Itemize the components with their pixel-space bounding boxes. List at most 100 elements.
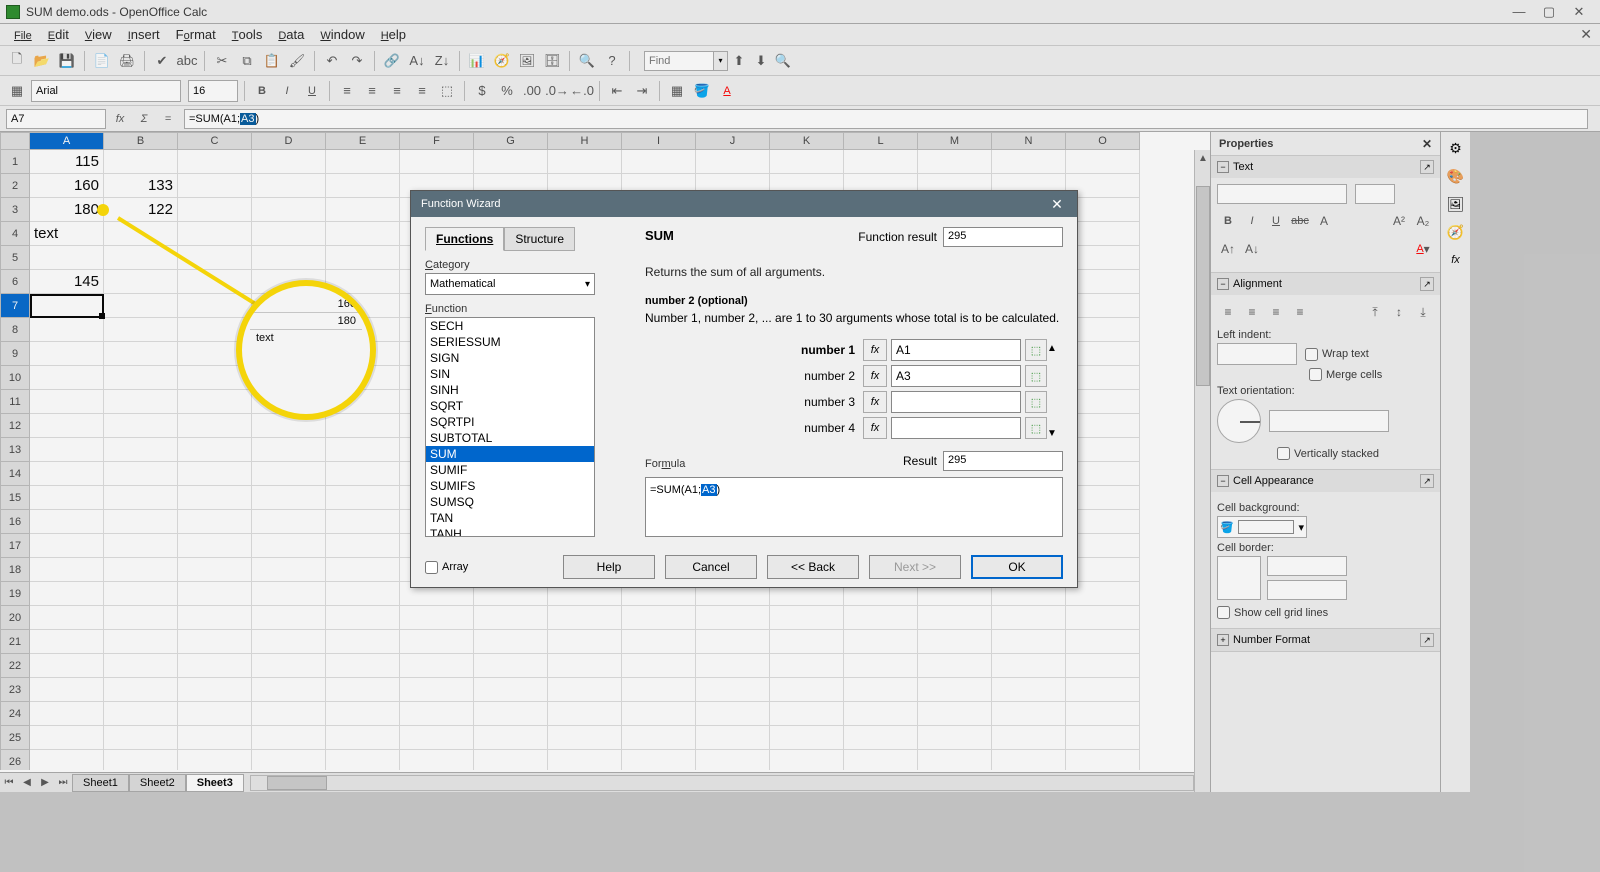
redo-icon[interactable]: ↷ (346, 50, 368, 72)
cell-D22[interactable] (252, 654, 326, 678)
menu-view[interactable]: View (77, 27, 120, 42)
cell-B11[interactable] (104, 390, 178, 414)
cell-J24[interactable] (696, 702, 770, 726)
tab-functions[interactable]: Functions (425, 227, 504, 251)
column-header-M[interactable]: M (918, 132, 992, 150)
column-header-E[interactable]: E (326, 132, 400, 150)
cell-A26[interactable] (30, 750, 104, 770)
row-header-2[interactable]: 2 (0, 174, 30, 198)
cell-G23[interactable] (474, 678, 548, 702)
cell-F23[interactable] (400, 678, 474, 702)
arg-shrink-button-1[interactable]: ⬚ (1025, 339, 1047, 361)
deck-properties-icon[interactable]: ⚙ (1446, 138, 1466, 158)
menu-tools[interactable]: Tools (224, 27, 271, 42)
tab-last-icon[interactable]: ⏭ (54, 774, 72, 792)
undo-icon[interactable]: ↶ (321, 50, 343, 72)
cell-L24[interactable] (844, 702, 918, 726)
standard-icon[interactable]: .00 (521, 80, 543, 102)
cell-J1[interactable] (696, 150, 770, 174)
arg-fx-button-3[interactable]: fx (863, 391, 887, 413)
vertical-scrollbar[interactable]: ▲ (1194, 150, 1210, 792)
cell-D15[interactable] (252, 486, 326, 510)
cell-D26[interactable] (252, 750, 326, 770)
cell-F25[interactable] (400, 726, 474, 750)
menu-window[interactable]: Window (312, 27, 372, 42)
cell-N23[interactable] (992, 678, 1066, 702)
row-header-23[interactable]: 23 (0, 678, 30, 702)
sidebar-shadow-icon[interactable]: A (1313, 210, 1335, 232)
cell-N24[interactable] (992, 702, 1066, 726)
cell-C1[interactable] (178, 150, 252, 174)
more-icon[interactable]: ↗ (1420, 474, 1434, 488)
cell-B16[interactable] (104, 510, 178, 534)
cell-J25[interactable] (696, 726, 770, 750)
arg-fx-button-2[interactable]: fx (863, 365, 887, 387)
column-header-H[interactable]: H (548, 132, 622, 150)
styles-icon[interactable]: ▦ (6, 80, 28, 102)
cell-H23[interactable] (548, 678, 622, 702)
chart-icon[interactable]: 📊 (466, 50, 488, 72)
show-gridlines-checkbox[interactable]: Show cell grid lines (1217, 606, 1434, 619)
cell-E16[interactable] (326, 510, 400, 534)
cell-K21[interactable] (770, 630, 844, 654)
cell-A3[interactable]: 180 (30, 198, 104, 222)
cell-F26[interactable] (400, 750, 474, 770)
new-icon[interactable]: 🗋 (6, 50, 28, 72)
close-icon[interactable]: ✕ (1564, 2, 1594, 22)
cell-N1[interactable] (992, 150, 1066, 174)
function-wizard-icon[interactable]: fx (110, 109, 130, 129)
cell-A6[interactable]: 145 (30, 270, 104, 294)
cell-D17[interactable] (252, 534, 326, 558)
cell-C18[interactable] (178, 558, 252, 582)
cell-D21[interactable] (252, 630, 326, 654)
cell-A25[interactable] (30, 726, 104, 750)
cell-E5[interactable] (326, 246, 400, 270)
cell-H20[interactable] (548, 606, 622, 630)
row-header-7[interactable]: 7 (0, 294, 30, 318)
cell-D24[interactable] (252, 702, 326, 726)
cell-K23[interactable] (770, 678, 844, 702)
cell-O23[interactable] (1066, 678, 1140, 702)
cell-C4[interactable] (178, 222, 252, 246)
cell-H21[interactable] (548, 630, 622, 654)
cell-M25[interactable] (918, 726, 992, 750)
arg-fx-button-4[interactable]: fx (863, 417, 887, 439)
copy-icon[interactable]: ⧉ (236, 50, 258, 72)
cell-B26[interactable] (104, 750, 178, 770)
find-input[interactable] (644, 51, 714, 71)
cell-M26[interactable] (918, 750, 992, 770)
cell-E18[interactable] (326, 558, 400, 582)
cell-A22[interactable] (30, 654, 104, 678)
cell-G26[interactable] (474, 750, 548, 770)
scroll-up-icon[interactable]: ▲ (1195, 150, 1211, 166)
cell-E1[interactable] (326, 150, 400, 174)
cell-D25[interactable] (252, 726, 326, 750)
sheet-tab-sheet1[interactable]: Sheet1 (72, 774, 129, 792)
help-icon[interactable]: ? (601, 50, 623, 72)
sidebar-top-icon[interactable]: ⤒ (1364, 301, 1386, 323)
cell-D1[interactable] (252, 150, 326, 174)
sidebar-bold-icon[interactable]: B (1217, 210, 1239, 232)
italic-icon[interactable]: I (276, 80, 298, 102)
orientation-dial[interactable] (1217, 399, 1261, 443)
cell-O20[interactable] (1066, 606, 1140, 630)
cell-M20[interactable] (918, 606, 992, 630)
function-item-sqrtpi[interactable]: SQRTPI (426, 414, 594, 430)
cell-M21[interactable] (918, 630, 992, 654)
menu-data[interactable]: Data (270, 27, 312, 42)
font-size-input[interactable]: 16 (188, 80, 238, 102)
section-alignment-header[interactable]: −Alignment↗ (1211, 273, 1440, 295)
orientation-input[interactable] (1269, 410, 1389, 432)
cell-B21[interactable] (104, 630, 178, 654)
cell-L1[interactable] (844, 150, 918, 174)
cell-K25[interactable] (770, 726, 844, 750)
help-button[interactable]: Help (563, 555, 655, 579)
cell-B10[interactable] (104, 366, 178, 390)
arg-input-4[interactable] (891, 417, 1021, 439)
back-button[interactable]: << Back (767, 555, 859, 579)
row-header-19[interactable]: 19 (0, 582, 30, 606)
underline-icon[interactable]: U (301, 80, 323, 102)
cell-I21[interactable] (622, 630, 696, 654)
cell-A15[interactable] (30, 486, 104, 510)
row-header-4[interactable]: 4 (0, 222, 30, 246)
